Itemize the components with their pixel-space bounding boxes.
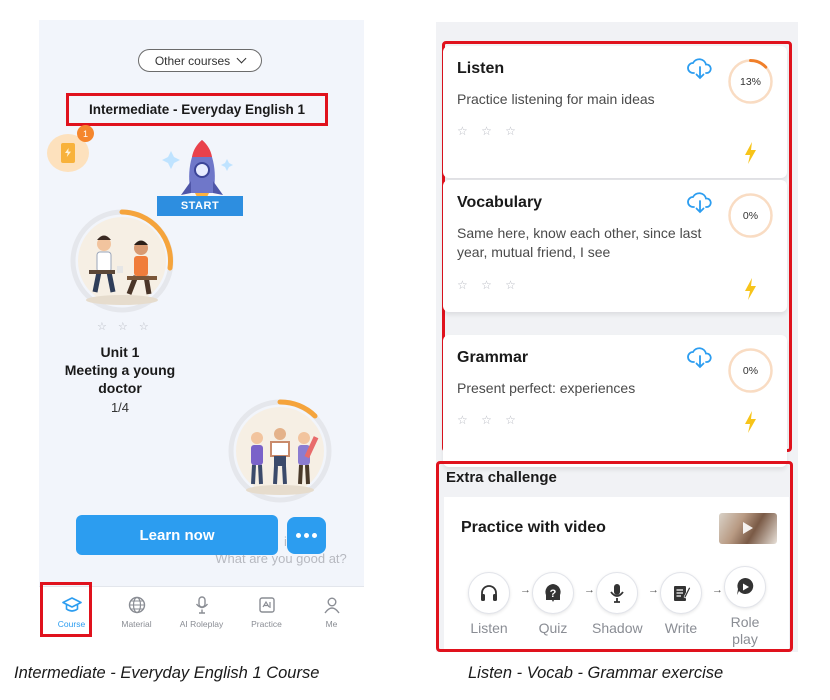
extra-challenge-section: Extra challenge Practice with video List… bbox=[436, 461, 793, 652]
lightning-icon bbox=[745, 142, 756, 164]
course-title: Intermediate - Everyday English 1 bbox=[66, 93, 328, 126]
nav-label: Practice bbox=[251, 619, 282, 629]
left-caption: Intermediate - Everyday English 1 Course bbox=[14, 664, 320, 682]
exercise-card-listen[interactable]: Listen Practice listening for main ideas… bbox=[443, 46, 787, 178]
person-icon bbox=[323, 597, 340, 614]
video-thumbnail[interactable] bbox=[719, 513, 777, 544]
exercise-card-vocabulary[interactable]: Vocabulary Same here, know each other, s… bbox=[443, 180, 787, 312]
exercise-stars: ☆ ☆ ☆ bbox=[457, 413, 521, 427]
step-label: Shadow bbox=[592, 620, 643, 636]
step-write[interactable]: Write bbox=[656, 572, 706, 637]
challenge-steps: Listen → ? Quiz → Shadow → Write → Role … bbox=[464, 566, 784, 647]
nav-label: AI Roleplay bbox=[179, 619, 224, 629]
unit-progress: 1/4 bbox=[110, 400, 130, 415]
exercise-title: Grammar bbox=[457, 349, 529, 366]
step-role-play[interactable]: Role play bbox=[720, 566, 770, 648]
unit-1-illustration[interactable] bbox=[69, 208, 175, 314]
step-label: Write bbox=[664, 620, 698, 636]
progress-label: 0% bbox=[743, 210, 758, 222]
energy-count-badge: 1 bbox=[77, 125, 94, 142]
exercise-stars: ☆ ☆ ☆ bbox=[457, 278, 521, 292]
more-options-button[interactable] bbox=[287, 517, 326, 554]
exercise-screen: Listen Practice listening for main ideas… bbox=[436, 22, 798, 652]
step-label: Quiz bbox=[538, 620, 568, 636]
learn-now-button[interactable]: Learn now bbox=[76, 515, 278, 555]
progress-label: 13% bbox=[740, 76, 761, 88]
play-icon bbox=[743, 522, 753, 534]
step-listen[interactable]: Listen bbox=[464, 572, 514, 637]
progress-ring: 0% bbox=[728, 348, 773, 393]
unit-title: Unit 1 Meeting a young doctor bbox=[49, 343, 191, 397]
chevron-down-icon bbox=[236, 53, 247, 64]
progress-ring: 0% bbox=[728, 193, 773, 238]
dot-icon bbox=[304, 533, 309, 538]
download-cloud-icon[interactable] bbox=[687, 347, 713, 369]
write-icon bbox=[674, 586, 691, 601]
step-shadow[interactable]: Shadow bbox=[592, 572, 643, 637]
progress-label: 0% bbox=[743, 365, 758, 377]
dot-icon bbox=[312, 533, 317, 538]
unit-stars: ☆ ☆ ☆ bbox=[97, 321, 153, 333]
energy-icon bbox=[61, 143, 75, 163]
download-cloud-icon[interactable] bbox=[687, 58, 713, 80]
nav-label: Me bbox=[325, 619, 338, 629]
globe-icon bbox=[128, 596, 145, 614]
course-screen: Other courses Intermediate - Everyday En… bbox=[39, 20, 364, 640]
step-quiz[interactable]: ? Quiz bbox=[528, 572, 578, 637]
practice-with-video-card[interactable]: Practice with video Listen → ? Quiz → Sh… bbox=[444, 497, 789, 649]
microphone-icon bbox=[610, 584, 624, 603]
nav-item-practice[interactable]: Practice bbox=[234, 587, 299, 640]
practice-video-title: Practice with video bbox=[461, 519, 606, 536]
exercise-card-grammar[interactable]: Grammar Present perfect: experiences ☆ ☆… bbox=[443, 335, 787, 467]
lightning-icon bbox=[745, 411, 756, 433]
course-tab-highlight bbox=[40, 582, 92, 637]
microphone-icon bbox=[195, 596, 208, 614]
exercise-stars: ☆ ☆ ☆ bbox=[457, 124, 521, 138]
exercise-title: Listen bbox=[457, 60, 505, 77]
unit-number: Unit 1 bbox=[100, 344, 140, 360]
progress-ring: 13% bbox=[728, 58, 773, 104]
unit-name: Meeting a young doctor bbox=[64, 362, 176, 396]
exercise-description: Present perfect: experiences bbox=[457, 380, 636, 396]
exercise-title: Vocabulary bbox=[457, 194, 543, 211]
step-label: Listen bbox=[470, 620, 508, 636]
other-courses-dropdown[interactable]: Other courses bbox=[138, 49, 262, 72]
headphones-icon bbox=[481, 585, 497, 601]
right-caption: Listen - Vocab - Grammar exercise bbox=[468, 664, 724, 682]
extra-challenge-title: Extra challenge bbox=[446, 469, 557, 486]
svg-text:?: ? bbox=[550, 588, 557, 600]
exercise-description: Practice listening for main ideas bbox=[457, 91, 655, 107]
unit-2-illustration[interactable] bbox=[227, 398, 333, 504]
nav-item-me[interactable]: Me bbox=[299, 587, 364, 640]
other-courses-label: Other courses bbox=[154, 53, 231, 68]
practice-icon bbox=[258, 597, 275, 613]
exercise-description: Same here, know each other, since last y… bbox=[457, 225, 702, 260]
roleplay-icon bbox=[737, 577, 754, 595]
nav-item-material[interactable]: Material bbox=[104, 587, 169, 640]
quiz-icon: ? bbox=[545, 584, 561, 602]
nav-label: Material bbox=[121, 619, 152, 629]
lightning-icon bbox=[745, 278, 756, 300]
download-cloud-icon[interactable] bbox=[687, 192, 713, 214]
nav-item-ai-roleplay[interactable]: AI Roleplay bbox=[169, 587, 234, 640]
dot-icon bbox=[296, 533, 301, 538]
step-label: Role play bbox=[730, 614, 760, 647]
